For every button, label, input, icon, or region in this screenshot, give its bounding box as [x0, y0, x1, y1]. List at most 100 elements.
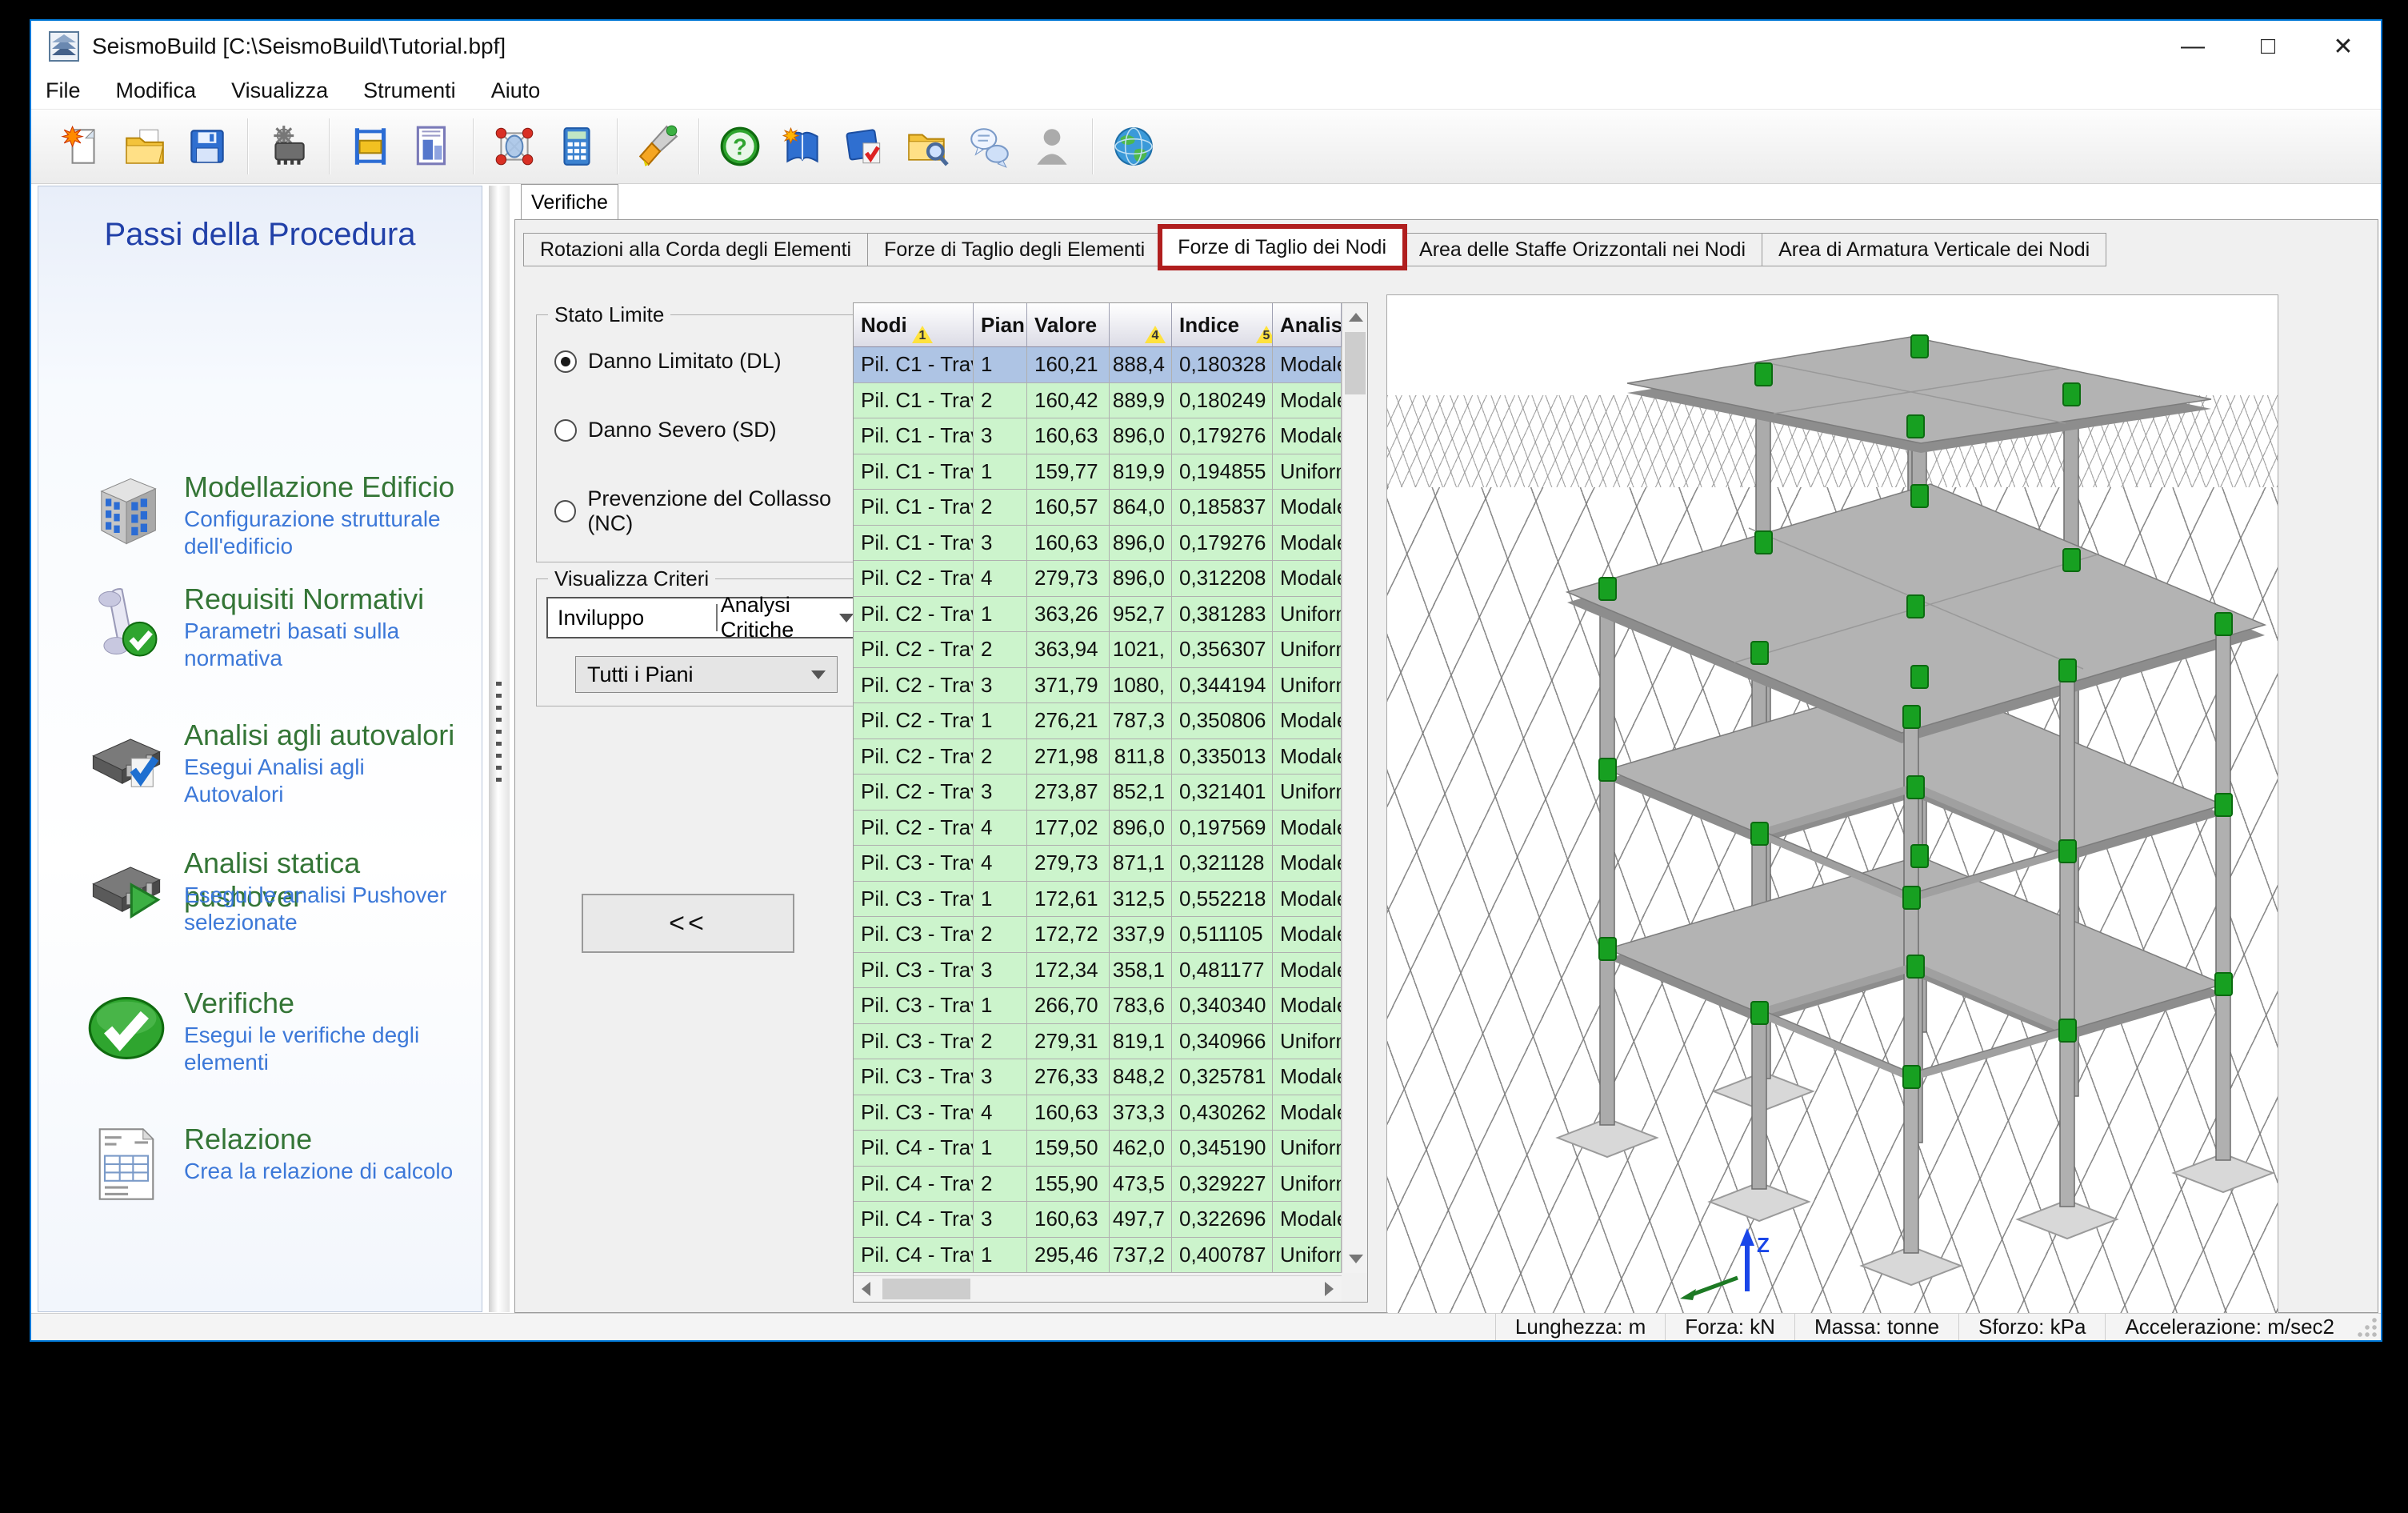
menu-item-aiuto[interactable]: Aiuto [491, 78, 541, 103]
radio-danno-limitato[interactable]: Danno Limitato (DL) [554, 349, 782, 374]
table-row[interactable]: Pil. C2 - Trave3371,791080,0,344194Unifo… [854, 667, 1342, 703]
criteri-combo[interactable]: Inviluppo Analysi Critiche [546, 593, 866, 642]
column-header-indice[interactable]: Indice 5 [1172, 303, 1273, 347]
table-row[interactable]: Pil. C2 - Trave2363,941021,0,356307Unifo… [854, 632, 1342, 668]
help-icon[interactable]: ? [711, 115, 769, 178]
subtab-forze-di-taglio-dei-nodi[interactable]: Forze di Taglio dei Nodi [1158, 224, 1408, 270]
menu-item-visualizza[interactable]: Visualizza [231, 78, 328, 103]
model-3d-viewport[interactable]: Z [1386, 294, 2278, 1315]
sidebar-splitter[interactable] [489, 186, 510, 1312]
horizontal-scrollbar[interactable] [854, 1275, 1342, 1302]
vscroll-thumb[interactable] [1345, 332, 1366, 394]
cell: Pil. C3 - Trave [854, 846, 974, 882]
cell: 952,7 [1110, 596, 1172, 632]
scroll-right-icon[interactable] [1325, 1282, 1334, 1296]
section-frame-icon[interactable] [342, 115, 399, 178]
close-button[interactable]: ✕ [2306, 21, 2381, 72]
table-row[interactable]: Pil. C3 - Trave2279,31819,10,340966Unifo… [854, 1023, 1342, 1059]
step-title: Relazione [184, 1123, 313, 1155]
support-person-icon[interactable] [1023, 115, 1081, 178]
tutorial-book-icon[interactable] [774, 115, 831, 178]
radio-prevenzione-collasso[interactable]: Prevenzione del Collasso (NC) [554, 486, 874, 536]
table-row[interactable]: Pil. C2 - Trave1363,26952,70,381283Unifo… [854, 596, 1342, 632]
cell: 159,77 [1027, 454, 1110, 490]
cell: 160,21 [1027, 347, 1110, 383]
forum-bubbles-icon[interactable] [961, 115, 1018, 178]
status-item: Massa: tonne [1794, 1314, 1958, 1340]
table-row[interactable]: Pil. C1 - Trave3160,63896,00,179276Modal… [854, 418, 1342, 454]
project-settings-icon[interactable] [260, 115, 318, 178]
column-header-valore[interactable]: Valore3 [1027, 303, 1110, 347]
open-project-icon[interactable] [116, 115, 174, 178]
table-row[interactable]: Pil. C1 - Trave2160,42889,90,180249Modal… [854, 382, 1342, 418]
scroll-up-icon[interactable] [1349, 313, 1363, 322]
table-row[interactable]: Pil. C2 - Trave4279,73896,00,312208Modal… [854, 561, 1342, 597]
building-model: Z [1555, 334, 2275, 1300]
table-row[interactable]: Pil. C2 - Trave4177,02896,00,197569Modal… [854, 810, 1342, 846]
table-row[interactable]: Pil. C2 - Trave3273,87852,10,321401Unifo… [854, 775, 1342, 811]
cell: 819,1 [1110, 1023, 1172, 1059]
tab-verifiche[interactable]: Verifiche [521, 184, 618, 220]
cell: Pil. C3 - Trave [854, 988, 974, 1024]
table-row[interactable]: Pil. C3 - Trave3276,33848,20,325781Modal… [854, 1059, 1342, 1095]
cell: Pil. C2 - Trave [854, 667, 974, 703]
column-header-pian[interactable]: Pian2 [974, 303, 1027, 347]
cell: 279,73 [1027, 561, 1110, 597]
scroll-left-icon[interactable] [862, 1282, 870, 1296]
stato-limite-group: Stato Limite Danno Limitato (DL) Danno S… [536, 302, 875, 562]
table-row[interactable]: Pil. C4 - Trave3160,63497,70,322696Modal… [854, 1202, 1342, 1238]
new-project-icon[interactable] [54, 115, 111, 178]
status-item: Forza: kN [1665, 1314, 1794, 1340]
minimize-button[interactable]: — [2155, 21, 2230, 72]
cell: 473,5 [1110, 1166, 1172, 1202]
hscroll-thumb[interactable] [882, 1279, 970, 1299]
cell: 0,179276 [1172, 525, 1273, 561]
paintbrush-icon[interactable] [630, 115, 687, 178]
table-row[interactable]: Pil. C4 - Trave2155,90473,50,329227Unifo… [854, 1166, 1342, 1202]
sidebar-title: Passi della Procedura [104, 217, 416, 252]
table-row[interactable]: Pil. C4 - Trave1295,46737,20,400787Unifo… [854, 1237, 1342, 1273]
calculator-icon[interactable] [548, 115, 606, 178]
cell: 0,511105 [1172, 917, 1273, 953]
save-project-icon[interactable] [178, 115, 236, 178]
table-row[interactable]: Pil. C2 - Trave2271,98811,80,335013Modal… [854, 738, 1342, 775]
web-globe-icon[interactable] [1105, 115, 1162, 178]
table-row[interactable]: Pil. C3 - Trave4279,73871,10,321128Modal… [854, 846, 1342, 882]
column-header-col4[interactable]: 4 [1110, 303, 1172, 347]
scroll-down-icon[interactable] [1349, 1255, 1363, 1263]
collapse-button[interactable]: << [582, 894, 794, 953]
cell: 155,90 [1027, 1166, 1110, 1202]
table-row[interactable]: Pil. C3 - Trave1172,61312,50,552218Modal… [854, 881, 1342, 917]
cell: 0,335013 [1172, 738, 1273, 775]
combo-right-value: Analysi Critiche [720, 593, 794, 642]
table-row[interactable]: Pil. C1 - Trave1160,21888,40,180328Modal… [854, 347, 1342, 383]
verify-book-icon[interactable] [836, 115, 894, 178]
cell: Pil. C3 - Trave [854, 917, 974, 953]
cell: Pil. C2 - Trave [854, 775, 974, 811]
maximize-button[interactable]: □ [2230, 21, 2306, 72]
search-folder-icon[interactable] [898, 115, 956, 178]
building-report-icon[interactable] [404, 115, 462, 178]
cell: 896,0 [1110, 418, 1172, 454]
table-row[interactable]: Pil. C1 - Trave2160,57864,00,185837Modal… [854, 490, 1342, 526]
column-header-analisi[interactable]: Analisi6 [1273, 303, 1342, 347]
table-row[interactable]: Pil. C3 - Trave4160,63373,30,430262Modal… [854, 1095, 1342, 1131]
menu-item-strumenti[interactable]: Strumenti [363, 78, 456, 103]
column-header-nodi[interactable]: Nodi 1 [854, 303, 974, 347]
table-row[interactable]: Pil. C3 - Trave3172,34358,10,481177Modal… [854, 952, 1342, 988]
cell: Uniforme [1273, 667, 1342, 703]
menu-item-file[interactable]: File [46, 78, 81, 103]
radio-danno-severo[interactable]: Danno Severo (SD) [554, 418, 777, 442]
cell: Pil. C3 - Trave [854, 1059, 974, 1095]
vertical-scrollbar[interactable] [1342, 303, 1367, 1273]
piani-dropdown[interactable]: Tutti i Piani [575, 656, 838, 693]
table-row[interactable]: Pil. C2 - Trave1276,21787,30,350806Modal… [854, 703, 1342, 739]
step-title: Requisiti Normativi [184, 582, 425, 615]
table-row[interactable]: Pil. C1 - Trave3160,63896,00,179276Modal… [854, 525, 1342, 561]
table-row[interactable]: Pil. C3 - Trave2172,72337,90,511105Modal… [854, 917, 1342, 953]
table-row[interactable]: Pil. C1 - Trave1159,77819,90,194855Unifo… [854, 454, 1342, 490]
table-row[interactable]: Pil. C3 - Trave1266,70783,60,340340Modal… [854, 988, 1342, 1024]
table-row[interactable]: Pil. C4 - Trave1159,50462,00,345190Unifo… [854, 1131, 1342, 1167]
model-3d-icon[interactable] [486, 115, 543, 178]
menu-item-modifica[interactable]: Modifica [116, 78, 197, 103]
